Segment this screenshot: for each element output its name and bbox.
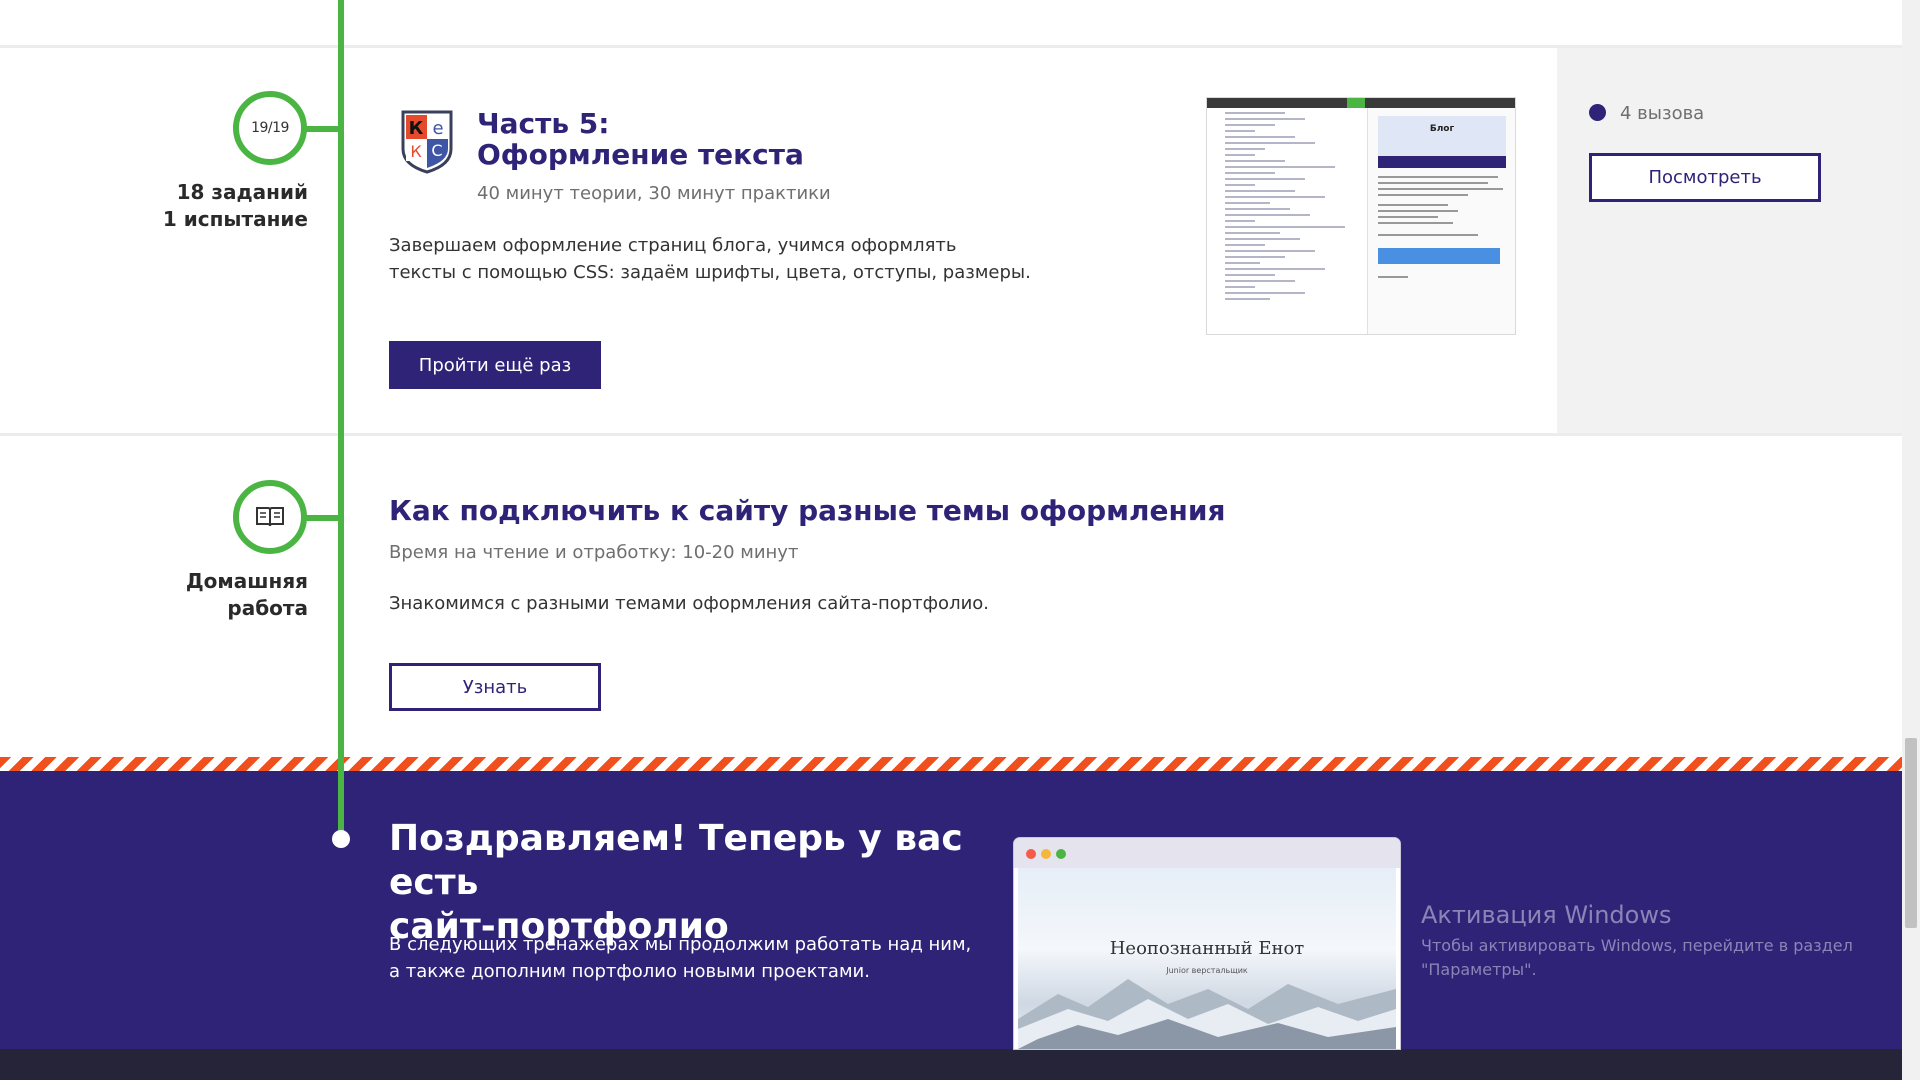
- site-name: Неопознанный Енот: [1109, 938, 1305, 959]
- windows-activation-title: Активация Windows: [1421, 901, 1672, 929]
- logo-letter: е: [432, 118, 443, 139]
- learn-button[interactable]: Узнать: [389, 663, 601, 711]
- logo-letter: К: [409, 118, 424, 139]
- progress-counter: 19/19: [251, 120, 289, 136]
- view-button[interactable]: Посмотреть: [1589, 153, 1821, 202]
- homework-label: Домашняя работа: [185, 569, 308, 620]
- minimize-dot-icon: [1041, 849, 1051, 859]
- windows-activation-text: Чтобы активировать Windows, перейдите в …: [1421, 936, 1853, 979]
- browser-titlebar: [1014, 838, 1400, 868]
- retry-button[interactable]: Пройти ещё раз: [389, 341, 601, 389]
- scrollbar-thumb[interactable]: [1905, 738, 1917, 928]
- portfolio-preview: Неопознанный Енот Junior верстальщик: [1014, 838, 1400, 1049]
- homework-meta: Время на чтение и отработку: 10-20 минут: [389, 542, 799, 563]
- course-shield-icon: К е К С: [401, 110, 453, 174]
- logo-letter: К: [410, 142, 422, 161]
- part-meta: 40 минут теории, 30 минут практики: [477, 183, 831, 204]
- preview-result: Блог: [1367, 108, 1515, 334]
- preview-run-indicator: [1347, 98, 1365, 108]
- section-divider-middle: [0, 433, 1902, 436]
- tasks-count-label: 18 заданий 1 испытание: [162, 180, 308, 231]
- close-dot-icon: [1026, 849, 1036, 859]
- homework-circle: [233, 480, 307, 554]
- sidebar-panel: [1557, 48, 1902, 433]
- preview-heading: Блог: [1378, 116, 1506, 156]
- timeline-line: [338, 757, 344, 838]
- decorative-stripe: [0, 757, 1902, 771]
- congrats-description: В следующих тренажёрах мы продолжим рабо…: [389, 934, 972, 982]
- homework-title[interactable]: Как подключить к сайту разные темы оформ…: [389, 494, 1226, 527]
- homework-description: Знакомимся с разными темами оформления с…: [389, 593, 990, 614]
- part-description: Завершаем оформление страниц блога, учим…: [389, 235, 1031, 283]
- mountain-image: [1018, 979, 1396, 1049]
- progress-circle: 19/19: [233, 91, 307, 165]
- maximize-dot-icon: [1056, 849, 1066, 859]
- preview-code: [1211, 112, 1361, 304]
- challenges-count: 4 вызова: [1620, 103, 1705, 124]
- timeline-end-dot: [332, 830, 350, 848]
- challenge-dot-icon: [1589, 104, 1606, 121]
- part-title: Часть 5: Оформление текста: [477, 107, 804, 171]
- course-preview-image[interactable]: Блог: [1206, 97, 1516, 335]
- logo-letter: С: [431, 141, 442, 160]
- book-icon: [256, 507, 284, 527]
- congrats-title: Поздравляем! Теперь у вас есть сайт-порт…: [389, 818, 963, 947]
- page-scrollbar[interactable]: [1902, 0, 1920, 1080]
- footer-bar: [0, 1049, 1902, 1080]
